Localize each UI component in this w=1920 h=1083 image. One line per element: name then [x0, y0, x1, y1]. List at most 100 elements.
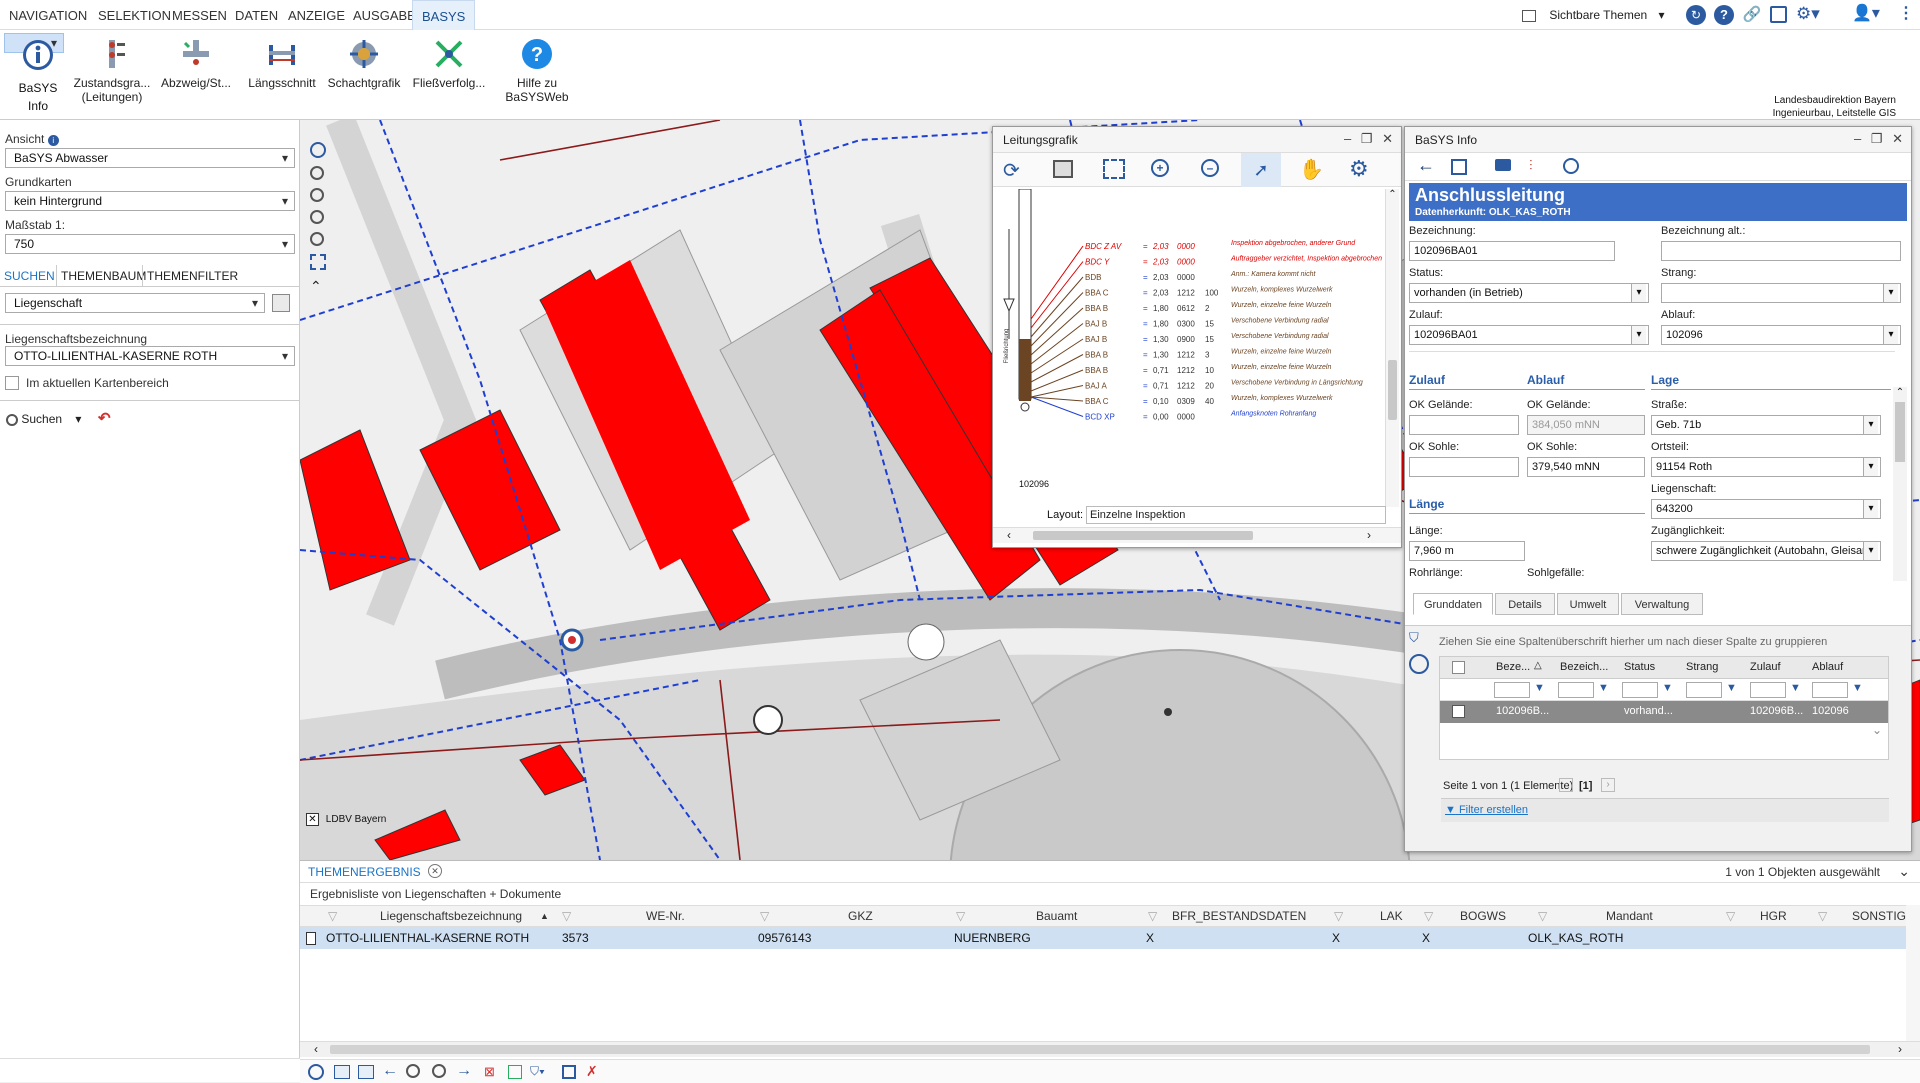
zoom-previous-icon[interactable]: [310, 210, 324, 224]
col-header[interactable]: LAK: [1380, 905, 1403, 927]
filter-icon[interactable]: ▽: [1424, 905, 1433, 927]
form-scrollbar[interactable]: ⌃: [1893, 387, 1907, 581]
tab-grunddaten[interactable]: Grunddaten: [1413, 593, 1493, 615]
table-icon[interactable]: [334, 1065, 350, 1079]
globe-icon[interactable]: [310, 142, 326, 158]
comment-icon[interactable]: [1495, 159, 1511, 171]
minimize-icon[interactable]: –: [1854, 131, 1861, 146]
chevron-up-icon[interactable]: ⌃: [310, 278, 328, 295]
previous-page-button[interactable]: ‹: [1559, 778, 1573, 792]
tab-umwelt[interactable]: Umwelt: [1557, 593, 1619, 615]
column-filter-input[interactable]: [1812, 682, 1848, 698]
strang-select[interactable]: [1661, 283, 1901, 303]
table-row[interactable]: [300, 927, 1906, 949]
filter-create-link[interactable]: ▼ Filter erstellen: [1445, 804, 1528, 816]
print-icon[interactable]: [1053, 160, 1073, 178]
tab-verwaltung[interactable]: Verwaltung: [1621, 593, 1703, 615]
laengsschnitt-button[interactable]: Längsschnitt: [246, 33, 318, 113]
arrow-right-icon[interactable]: →: [456, 1062, 472, 1080]
search-icon[interactable]: [1563, 158, 1579, 174]
bezeichnung-field[interactable]: 102096BA01: [1409, 241, 1615, 261]
tab-details[interactable]: Details: [1495, 593, 1555, 615]
save-icon[interactable]: [562, 1065, 576, 1079]
close-icon[interactable]: ✕: [1892, 131, 1903, 146]
ok-sohle-zulauf-field[interactable]: [1409, 457, 1519, 477]
results-horizontal-scrollbar[interactable]: ‹ ›: [300, 1041, 1920, 1057]
filter-icon[interactable]: ▽: [956, 905, 965, 927]
table-row[interactable]: 102096B... vorhand... 102096B... 102096: [1440, 701, 1888, 723]
filter-icon[interactable]: ▽: [328, 905, 337, 927]
menu-basys[interactable]: BASYS: [412, 0, 476, 30]
layout-select[interactable]: Einzelne Inspektion: [1086, 506, 1386, 524]
tab-themenbaum[interactable]: THEMENBAUM: [56, 265, 146, 287]
vertical-scrollbar[interactable]: ⌃: [1385, 189, 1399, 507]
refresh-icon[interactable]: ⟳: [1003, 158, 1020, 183]
zoom-out-icon[interactable]: [310, 188, 324, 202]
settings-icon[interactable]: ⚙: [1349, 156, 1369, 182]
filter-icon[interactable]: ▽: [1726, 905, 1735, 927]
tree-icon[interactable]: ⫶: [1529, 157, 1533, 174]
save-icon[interactable]: [1770, 6, 1787, 23]
zugaenglichkeit-select[interactable]: schwere Zugänglichkeit (Autobahn, Gleisa…: [1651, 541, 1881, 561]
col-header[interactable]: Mandant: [1606, 905, 1653, 927]
search-button[interactable]: Suchen ▾: [6, 410, 81, 428]
ortsteil-select[interactable]: 91154 Roth: [1651, 457, 1881, 477]
settings-icon[interactable]: ⚙▾: [1796, 3, 1830, 25]
results-vertical-scrollbar[interactable]: ⌄: [1906, 905, 1920, 1057]
tab-suchen[interactable]: SUCHEN: [4, 269, 55, 283]
column-filter-input[interactable]: [1750, 682, 1786, 698]
liegenschaft-select[interactable]: OTTO-LILIENTHAL-KASERNE ROTH: [5, 346, 295, 366]
grid-header[interactable]: Strang: [1686, 661, 1718, 673]
col-header[interactable]: Liegenschaftsbezeichnung: [380, 905, 522, 927]
filter-icon[interactable]: ⛉: [1409, 630, 1429, 650]
grid-header[interactable]: Ablauf: [1812, 661, 1843, 673]
zoom-in-icon[interactable]: [310, 166, 324, 180]
zoom-to-icon[interactable]: [308, 1064, 324, 1080]
filter-icon[interactable]: ▽: [1818, 905, 1827, 927]
export-icon[interactable]: [508, 1065, 522, 1079]
current-page[interactable]: [1]: [1579, 780, 1592, 792]
visible-themes-dropdown[interactable]: Sichtbare Themen ▾: [1522, 4, 1712, 26]
liegenschaft-select[interactable]: 643200: [1651, 499, 1881, 519]
bezeichnung-alt-field[interactable]: [1661, 241, 1901, 261]
schachtgrafik-button[interactable]: Schachtgrafik: [326, 33, 402, 113]
filter-icon[interactable]: ▼: [1534, 682, 1545, 694]
ablauf-select[interactable]: 102096: [1661, 325, 1901, 345]
ansicht-select[interactable]: BaSYS Abwasser: [5, 148, 295, 168]
menu-messen[interactable]: MESSEN: [163, 0, 236, 30]
row-checkbox[interactable]: [1452, 705, 1465, 718]
col-header[interactable]: HGR: [1760, 905, 1787, 927]
ok-gelaende-zulauf-field[interactable]: [1409, 415, 1519, 435]
col-header[interactable]: WE-Nr.: [646, 905, 685, 927]
chevron-down-icon[interactable]: ⌄: [1898, 863, 1910, 880]
filter-icon[interactable]: ▽: [1538, 905, 1547, 927]
col-header[interactable]: GKZ: [848, 905, 873, 927]
reset-icon[interactable]: ↶: [98, 409, 111, 427]
filter-icon[interactable]: ▽: [1334, 905, 1343, 927]
more-icon[interactable]: ⋮: [1898, 3, 1914, 25]
next-page-button[interactable]: ›: [1601, 778, 1615, 792]
tab-themenfilter[interactable]: THEMENFILTER: [142, 265, 238, 287]
col-header[interactable]: BFR_BESTANDSDATEN: [1172, 905, 1306, 927]
filter-icon[interactable]: ▽: [562, 905, 571, 927]
close-icon[interactable]: ✕: [306, 813, 319, 826]
close-tab-icon[interactable]: ✕: [428, 864, 442, 878]
search-type-select[interactable]: Liegenschaft: [5, 293, 265, 313]
filter-icon[interactable]: ▼: [1598, 682, 1609, 694]
zoom-out-icon[interactable]: –: [1201, 159, 1219, 177]
status-select[interactable]: vorhanden (in Betrieb): [1409, 283, 1649, 303]
column-filter-input[interactable]: [1622, 682, 1658, 698]
zoom-extent-icon[interactable]: [1103, 159, 1125, 179]
link-icon[interactable]: 🔗: [1742, 5, 1762, 25]
grundkarten-select[interactable]: kein Hintergrund: [5, 191, 295, 211]
zulauf-select[interactable]: 102096BA01: [1409, 325, 1649, 345]
filter-icon[interactable]: ▽: [1148, 905, 1157, 927]
minimize-icon[interactable]: –: [1344, 131, 1351, 146]
clear-filter-icon[interactable]: ✗: [586, 1063, 598, 1080]
filter-icon[interactable]: ▼: [1790, 682, 1801, 694]
tab-themenergebnis[interactable]: THEMENERGEBNIS: [308, 865, 421, 879]
grid-header[interactable]: Status: [1624, 661, 1655, 673]
refresh-icon[interactable]: ↻: [1686, 5, 1706, 25]
maximize-icon[interactable]: ❐: [1361, 131, 1373, 146]
column-filter-input[interactable]: [1558, 682, 1594, 698]
